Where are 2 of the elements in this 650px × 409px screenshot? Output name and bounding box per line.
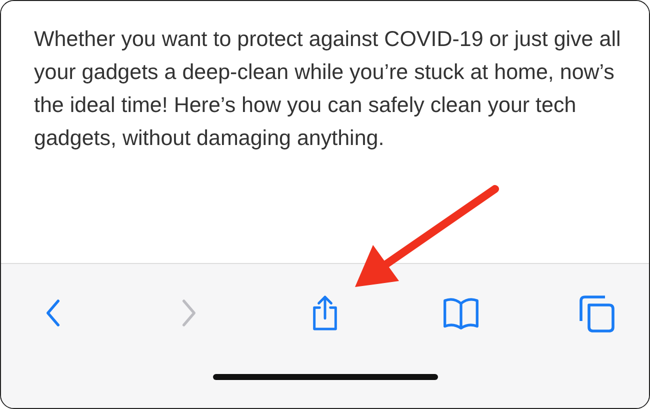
tabs-icon	[577, 293, 617, 333]
article-paragraph: Whether you want to protect against COVID-19 or just give all your gadgets a deep-clean while you’re stuck at home, now’s the ideal time! Here’s how you can safely clean your tech gadgets, without damaging anything.	[34, 26, 622, 152]
